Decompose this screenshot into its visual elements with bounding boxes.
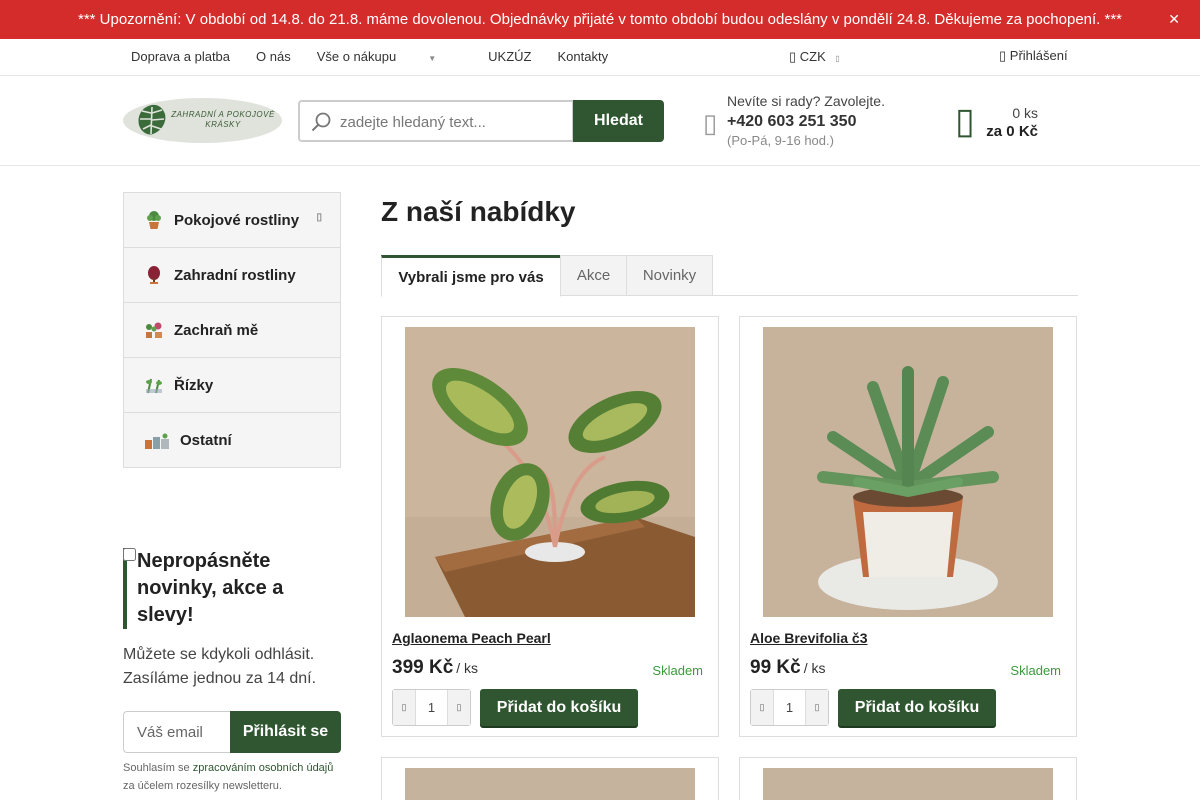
tree-icon (148, 266, 160, 284)
nav-link-shipping[interactable]: Doprava a platba (131, 49, 230, 64)
consent-link[interactable]: zpracováním osobních údajů (193, 762, 334, 774)
product-name[interactable]: Aglaonema Peach Pearl (392, 630, 551, 646)
sidebar-item-garden-plants[interactable]: Zahradní rostliny (124, 248, 340, 303)
monstera-leaf-icon (138, 104, 166, 135)
page-title: Z naší nabídky (381, 196, 576, 227)
stock-status: Skladem (1010, 663, 1061, 678)
phone-number[interactable]: +420 603 251 350 (727, 113, 885, 131)
category-sidebar: Pokojové rostliny ▯ Zahradní rostliny Za… (123, 192, 341, 468)
newsletter-form: Přihlásit se (123, 711, 341, 753)
aloe-photo (763, 327, 1053, 617)
phone-help: Nevíte si rady? Zavolejte. +420 603 251 … (727, 93, 885, 148)
add-to-cart-button[interactable]: Přidat do košíku (838, 689, 996, 726)
product-card-partial (381, 757, 719, 800)
search-input[interactable] (340, 110, 568, 134)
search-icon (311, 112, 331, 132)
nav-link-ukzuz[interactable]: UKZÚZ (488, 49, 531, 64)
nav-link-about[interactable]: O nás (256, 49, 291, 64)
logo-text: ZAHRADNÍ A POKOJOVÉ KRÁSKY (171, 110, 275, 129)
phone-icon: ▯ (703, 108, 718, 138)
search-box (298, 100, 574, 142)
product-price-unit: / ks (456, 660, 479, 676)
user-icon: ▯ (999, 48, 1007, 63)
login-link[interactable]: ▯ Přihlášení (999, 48, 1068, 64)
sidebar-item-label: Ostatní (180, 432, 232, 449)
increase-button[interactable]: ▯ (806, 690, 828, 725)
notice-text: *** Upozornění: V období od 14.8. do 21.… (77, 11, 1123, 28)
decrease-button[interactable]: ▯ (751, 690, 773, 725)
newsletter-text: Můžete se kdykoli odhlásit. Zasíláme jed… (123, 646, 317, 687)
consent-checkbox[interactable] (123, 548, 136, 561)
quantity-value[interactable]: 1 (773, 690, 806, 725)
cuttings-icon (146, 378, 162, 394)
sidebar-item-label: Řízky (174, 376, 214, 394)
opening-hours: (Po-Pá, 9-16 hod.) (727, 133, 834, 148)
quantity-stepper: ▯ 1 ▯ (392, 689, 471, 726)
consent-text-pre: Souhlasím se (123, 762, 190, 774)
newsletter-email-input[interactable] (123, 711, 231, 753)
sidebar-item-other[interactable]: Ostatní (124, 413, 340, 468)
currency-selector[interactable]: ▯ CZK ▯ (789, 49, 840, 65)
tab-recommended[interactable]: Vybrali jsme pro vás (381, 255, 561, 297)
site-logo[interactable]: ZAHRADNÍ A POKOJOVÉ KRÁSKY (123, 98, 282, 143)
product-price: 99 Kč / ks (750, 657, 825, 679)
sidebar-item-label: Zachraň mě (174, 321, 259, 339)
nav-link-shopping-info-label: Vše o nákupu (316, 49, 397, 64)
add-to-cart-button[interactable]: Přidat do košíku (480, 689, 638, 726)
sidebar-item-indoor-plants[interactable]: Pokojové rostliny ▯ (124, 193, 340, 248)
close-icon[interactable]: ✕ (1168, 11, 1180, 28)
chevron-down-icon: ▯ (835, 54, 840, 63)
aglaonema-photo (405, 327, 695, 617)
currency-label: CZK (799, 49, 826, 64)
plants-group-icon (146, 322, 162, 338)
quantity-stepper: ▯ 1 ▯ (750, 689, 829, 726)
stock-status: Skladem (652, 663, 703, 678)
login-label: Přihlášení (1009, 48, 1068, 63)
product-price-value: 399 Kč (392, 657, 454, 678)
newsletter-title: Nepropásněte novinky, akce a slevy! (123, 548, 341, 629)
product-card-partial (739, 757, 1077, 800)
nav-link-contacts[interactable]: Kontakty (557, 49, 608, 64)
decrease-button[interactable]: ▯ (393, 690, 415, 725)
tab-new[interactable]: Novinky (626, 255, 713, 296)
increase-button[interactable]: ▯ (448, 690, 470, 725)
product-price: 399 Kč / ks (392, 657, 478, 679)
cart-total: za 0 Kč (986, 123, 1038, 140)
newsletter-box: Nepropásněte novinky, akce a slevy! Může… (123, 548, 341, 795)
pots-icon (145, 433, 169, 449)
search-button[interactable]: Hledat (573, 100, 664, 142)
sidebar-item-label: Pokojové rostliny (174, 211, 300, 229)
newsletter-subscribe-button[interactable]: Přihlásit se (230, 711, 341, 753)
site-header: ZAHRADNÍ A POKOJOVÉ KRÁSKY Hledat ▯ Neví… (0, 76, 1200, 166)
product-image[interactable] (763, 768, 1053, 800)
chevron-right-icon: ▯ (316, 212, 322, 223)
product-card: Aloe Brevifolia č3 99 Kč / ks Skladem ▯ 1… (739, 316, 1077, 737)
product-card: Aglaonema Peach Pearl 399 Kč / ks Skladem… (381, 316, 719, 737)
consent-text-post: za účelem rozesílky newsletteru. (123, 780, 282, 792)
tab-sale[interactable]: Akce (560, 255, 627, 296)
cart-summary[interactable]: 0 ks za 0 Kč (970, 105, 1038, 140)
help-question: Nevíte si rady? Zavolejte. (727, 93, 885, 109)
top-navigation: Doprava a platba O nás Vše o nákupu ▼ UKZ… (0, 39, 1200, 76)
newsletter-consent: Souhlasím se zpracováním osobních údajů … (123, 548, 341, 795)
currency-icon: ▯ (789, 49, 797, 64)
product-name[interactable]: Aloe Brevifolia č3 (750, 630, 868, 646)
sidebar-item-save-me[interactable]: Zachraň mě (124, 303, 340, 358)
nav-link-shopping-info[interactable]: Vše o nákupu ▼ (317, 49, 462, 64)
vacation-notice-bar: *** Upozornění: V období od 14.8. do 21.… (0, 0, 1200, 39)
potted-plant-icon (147, 211, 161, 229)
product-tabs: Vybrali jsme pro vás Akce Novinky (381, 255, 1078, 297)
product-image[interactable] (763, 327, 1053, 617)
sidebar-item-label: Zahradní rostliny (174, 266, 296, 284)
cart-count: 0 ks (1012, 105, 1038, 121)
chevron-down-icon: ▼ (428, 54, 437, 63)
product-image[interactable] (405, 327, 695, 617)
sidebar-item-cuttings[interactable]: Řízky (124, 358, 340, 413)
quantity-value[interactable]: 1 (415, 690, 448, 725)
product-price-unit: / ks (803, 660, 826, 676)
product-price-value: 99 Kč (750, 657, 801, 678)
product-image[interactable] (405, 768, 695, 800)
